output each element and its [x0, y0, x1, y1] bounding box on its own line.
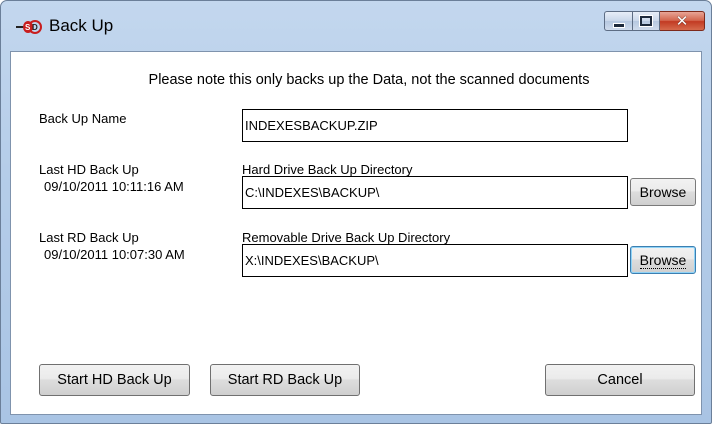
rd-directory-field[interactable]: X:\INDEXES\BACKUP\ — [242, 244, 628, 277]
hd-directory-field[interactable]: C:\INDEXES\BACKUP\ — [242, 176, 628, 209]
caption-buttons: ✕ — [604, 11, 705, 33]
dialog-content: Please note this only backs up the Data,… — [10, 51, 702, 415]
rd-browse-button[interactable]: Browse — [630, 246, 696, 274]
close-icon: ✕ — [675, 12, 689, 30]
hd-browse-button[interactable]: Browse — [630, 178, 696, 206]
last-hd-backup-label: Last HD Back Up — [39, 162, 139, 177]
close-button[interactable]: ✕ — [660, 11, 705, 31]
sd-logo-icon: S D — [16, 20, 42, 34]
backup-dialog-window: S D Back Up ✕ Please note this only back… — [0, 0, 712, 424]
last-rd-backup-label: Last RD Back Up — [39, 230, 139, 245]
backup-note: Please note this only backs up the Data,… — [148, 72, 590, 88]
svg-text:D: D — [32, 23, 38, 32]
maximize-button[interactable] — [632, 11, 660, 31]
window-title: Back Up — [49, 16, 114, 35]
start-rd-backup-button[interactable]: Start RD Back Up — [210, 364, 360, 396]
last-hd-backup-timestamp: 09/10/2011 10:11:16 AM — [44, 179, 184, 194]
minimize-button[interactable] — [604, 11, 632, 31]
start-hd-backup-button[interactable]: Start HD Back Up — [39, 364, 190, 396]
hd-browse-label: Browse — [639, 184, 687, 200]
rd-browse-label: Browse — [639, 252, 687, 269]
maximize-icon — [639, 15, 653, 27]
last-rd-backup-timestamp: 09/10/2011 10:07:30 AM — [44, 247, 185, 262]
backup-name-field[interactable]: INDEXESBACKUP.ZIP — [242, 109, 628, 142]
title-bar[interactable]: S D Back Up ✕ — [1, 1, 711, 47]
minimize-icon — [612, 22, 625, 28]
svg-text:S: S — [25, 23, 31, 32]
cancel-button[interactable]: Cancel — [545, 364, 695, 396]
backup-name-label: Back Up Name — [39, 111, 127, 126]
